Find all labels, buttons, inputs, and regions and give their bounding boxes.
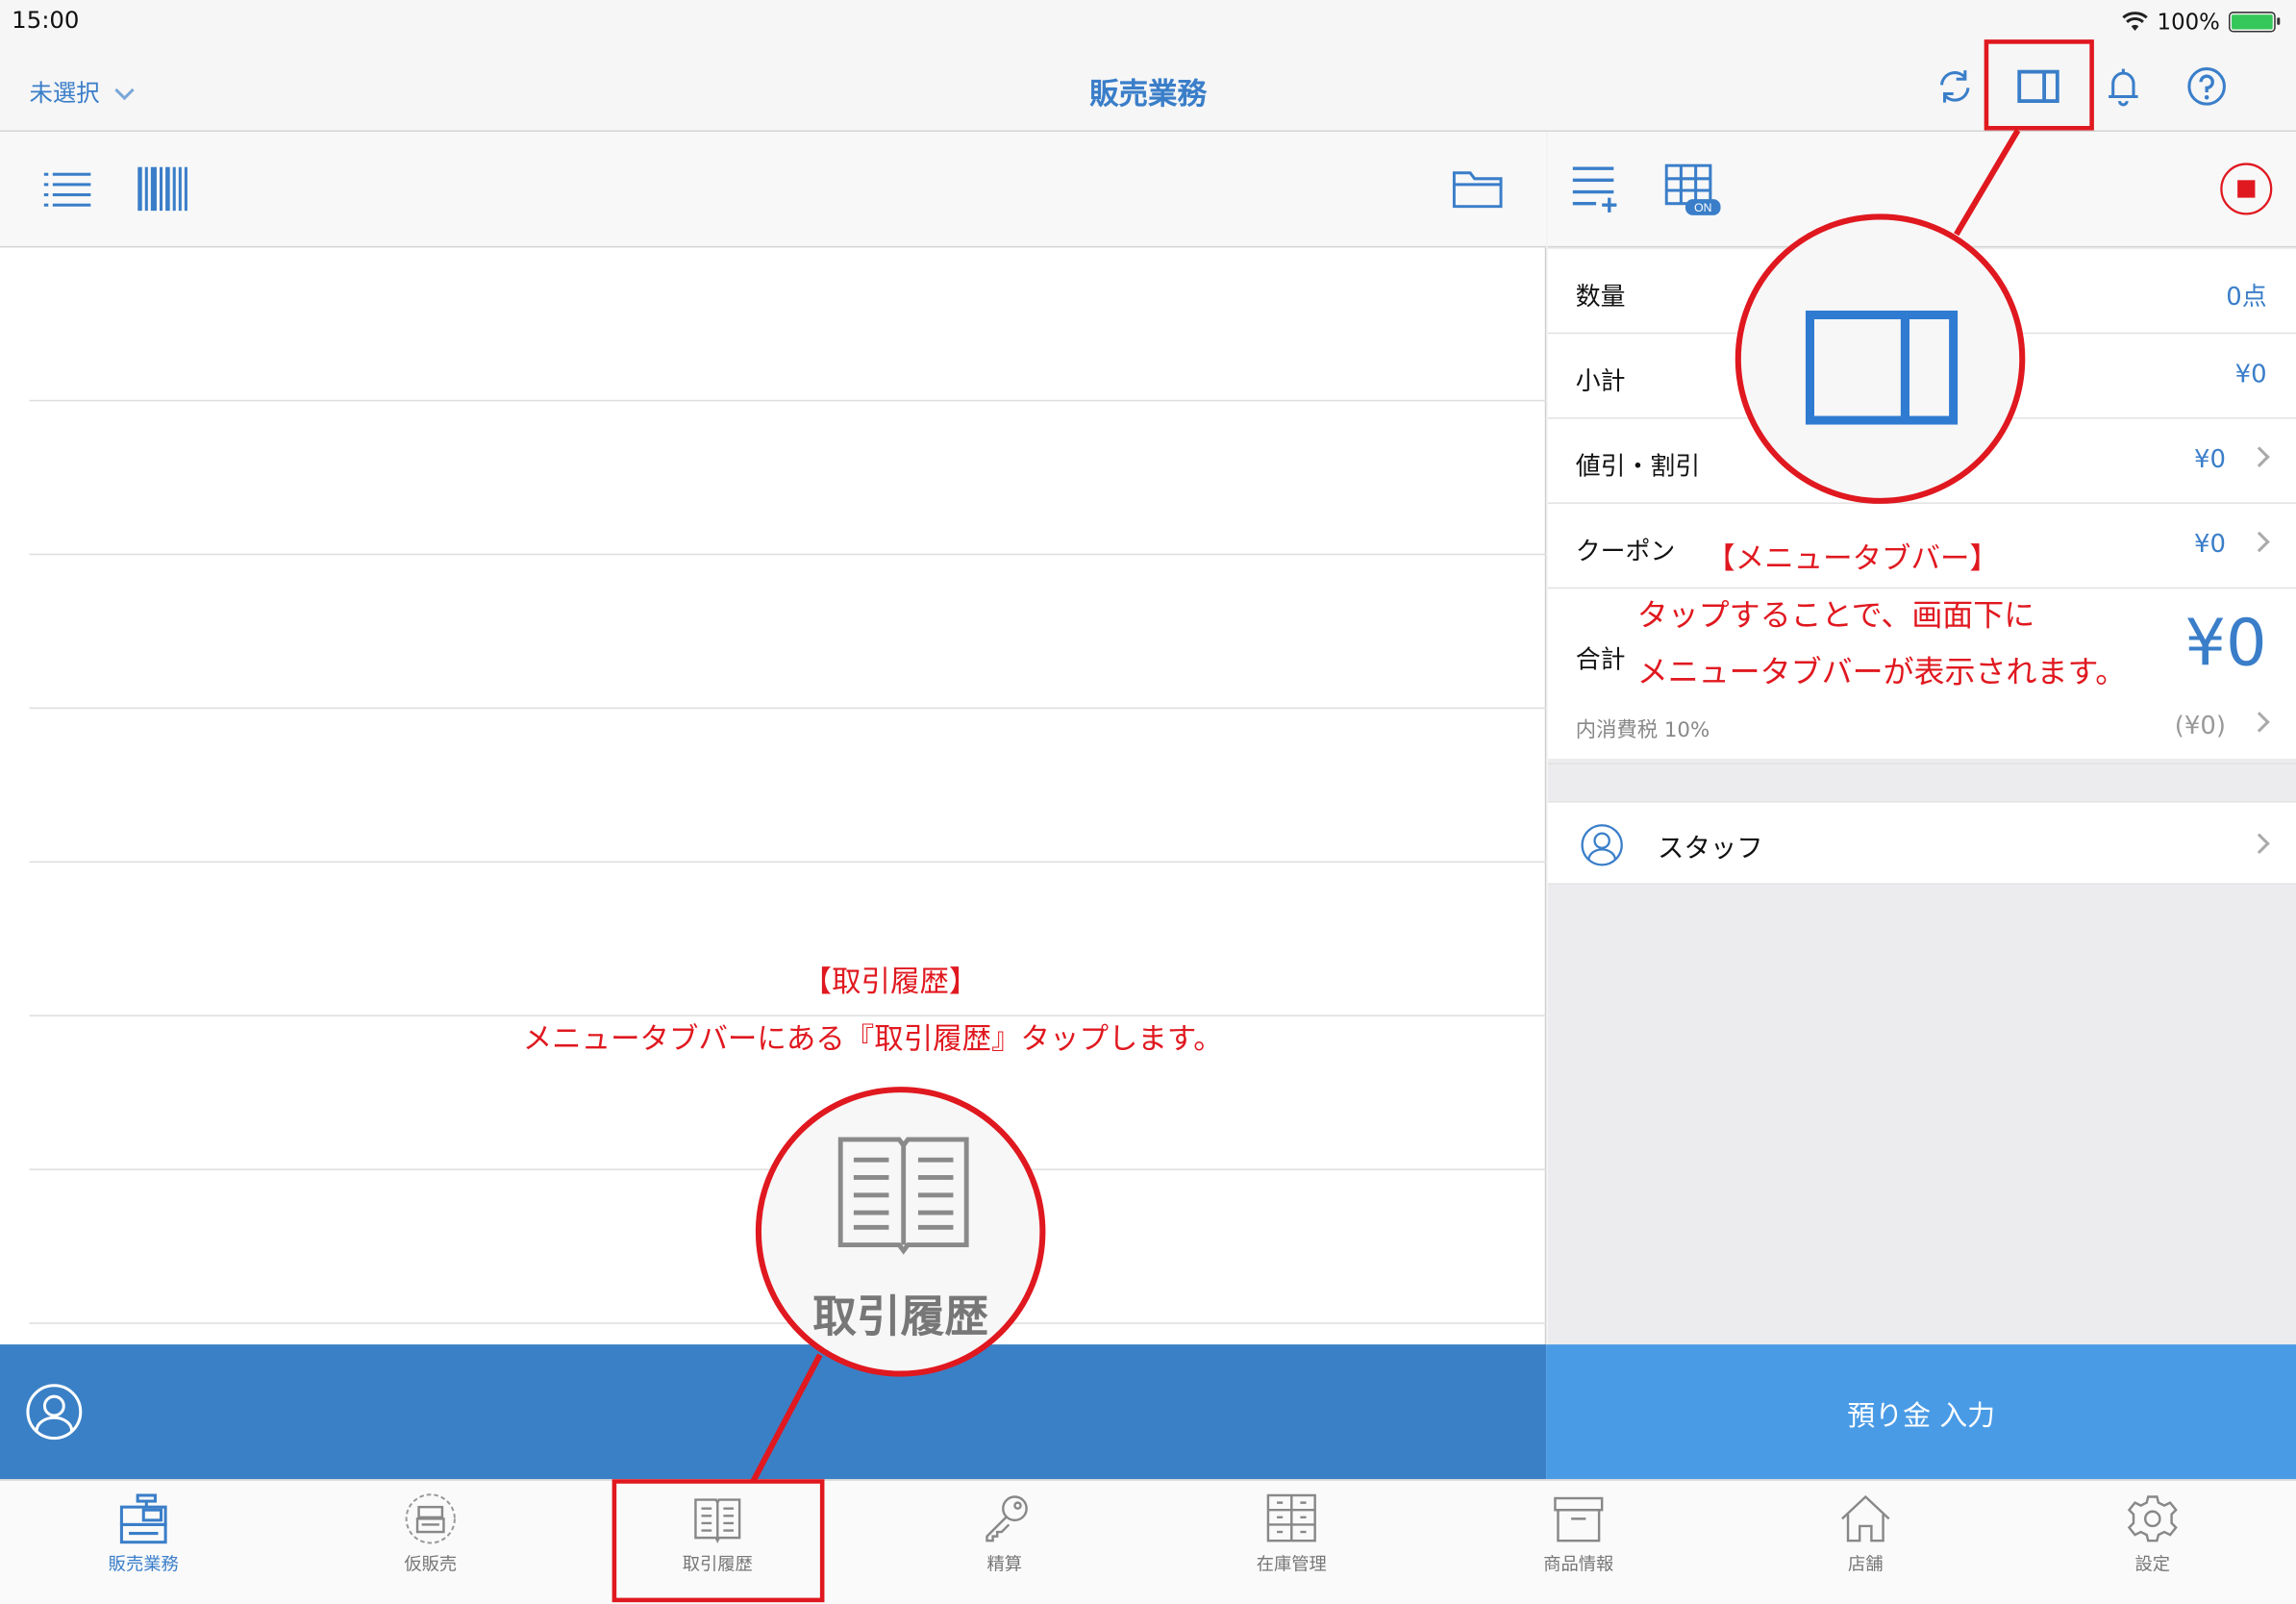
menu-tabbar-annotation-line2: メニュータブバーが表示されます。 xyxy=(1636,654,2127,690)
book-icon xyxy=(837,1137,969,1255)
history-zoom-label: 取引履歴 xyxy=(812,1291,989,1343)
pos-screen: 15:00 100% 未選択 販売業務 ON 数量 0点 小計 ¥0 値引・割引… xyxy=(0,0,2296,1604)
split-view-zoom-callout xyxy=(1734,213,2026,504)
split-view-icon xyxy=(1805,310,1959,425)
history-tab-highlight xyxy=(611,1479,825,1603)
transaction-history-zoom-callout: 取引履歴 xyxy=(755,1087,1046,1377)
menu-tabbar-annotation-title: 【メニュータブバー】 xyxy=(1706,539,1999,576)
menu-tabbar-annotation-line1: タップすることで、画面下に xyxy=(1636,597,2035,633)
history-annotation-line1: メニュータブバーにある『取引履歴』タップします。 xyxy=(522,1020,1223,1057)
history-annotation-title: 【取引履歴】 xyxy=(802,964,979,999)
